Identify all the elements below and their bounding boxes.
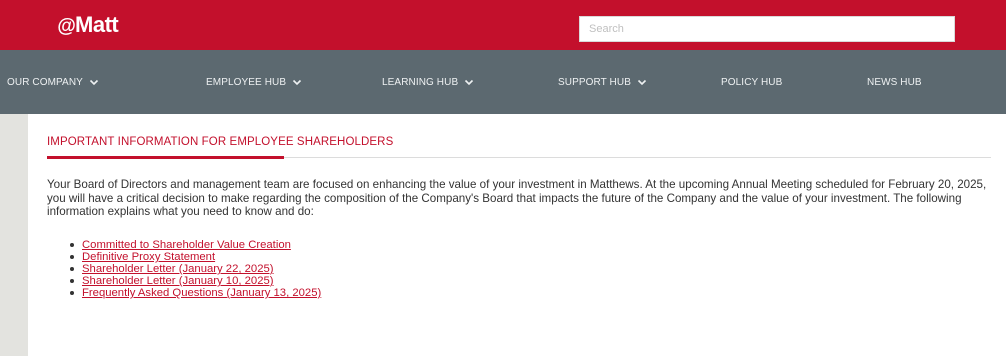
link-shareholder-value-creation[interactable]: Committed to Shareholder Value Creation (82, 239, 291, 251)
nav-item-employee-hub[interactable]: EMPLOYEE HUB (206, 75, 302, 89)
list-item: Frequently Asked Questions (January 13, … (70, 287, 321, 299)
search-input[interactable] (579, 16, 955, 42)
section-title: IMPORTANT INFORMATION FOR EMPLOYEE SHARE… (47, 136, 394, 148)
link-shareholder-letter-jan-22[interactable]: Shareholder Letter (January 22, 2025) (82, 263, 274, 275)
nav-item-label: POLICY HUB (721, 76, 783, 88)
link-faq-jan-13[interactable]: Frequently Asked Questions (January 13, … (82, 287, 321, 299)
link-shareholder-letter-jan-10[interactable]: Shareholder Letter (January 10, 2025) (82, 275, 274, 287)
section-divider-accent (47, 156, 284, 159)
intro-paragraph: Your Board of Directors and management t… (47, 178, 987, 218)
chevron-down-icon (89, 78, 99, 86)
nav-item-news-hub[interactable]: NEWS HUB (867, 75, 922, 89)
chevron-down-icon (292, 78, 302, 86)
list-item: Shareholder Letter (January 10, 2025) (70, 275, 321, 287)
logo-prefix: @ (57, 16, 76, 37)
main-content: IMPORTANT INFORMATION FOR EMPLOYEE SHARE… (28, 114, 1006, 356)
nav-item-policy-hub[interactable]: POLICY HUB (721, 75, 782, 89)
nav-item-our-company[interactable]: OUR COMPANY (7, 75, 99, 89)
bullet-icon (70, 255, 74, 259)
top-header-bar: @Matt (0, 0, 1006, 50)
bullet-icon (70, 279, 74, 283)
chevron-down-icon (637, 78, 647, 86)
main-navigation: OUR COMPANY EMPLOYEE HUB LEARNING HUB SU… (0, 50, 1006, 114)
nav-item-label: EMPLOYEE HUB (206, 76, 287, 88)
bullet-icon (70, 243, 74, 247)
nav-item-learning-hub[interactable]: LEARNING HUB (382, 75, 474, 89)
list-item: Shareholder Letter (January 22, 2025) (70, 263, 321, 275)
nav-item-label: LEARNING HUB (382, 76, 459, 88)
nav-item-support-hub[interactable]: SUPPORT HUB (558, 75, 647, 89)
nav-item-label: SUPPORT HUB (558, 76, 631, 88)
link-definitive-proxy-statement[interactable]: Definitive Proxy Statement (82, 251, 215, 263)
bullet-icon (70, 267, 74, 271)
document-link-list: Committed to Shareholder Value Creation … (70, 239, 321, 299)
list-item: Definitive Proxy Statement (70, 251, 321, 263)
list-item: Committed to Shareholder Value Creation (70, 239, 321, 251)
bullet-icon (70, 291, 74, 295)
nav-item-label: OUR COMPANY (7, 76, 83, 88)
left-gutter (0, 114, 28, 356)
logo[interactable]: @Matt (57, 12, 119, 38)
chevron-down-icon (464, 78, 474, 86)
nav-item-label: NEWS HUB (867, 76, 922, 88)
logo-text: Matt (75, 12, 119, 37)
